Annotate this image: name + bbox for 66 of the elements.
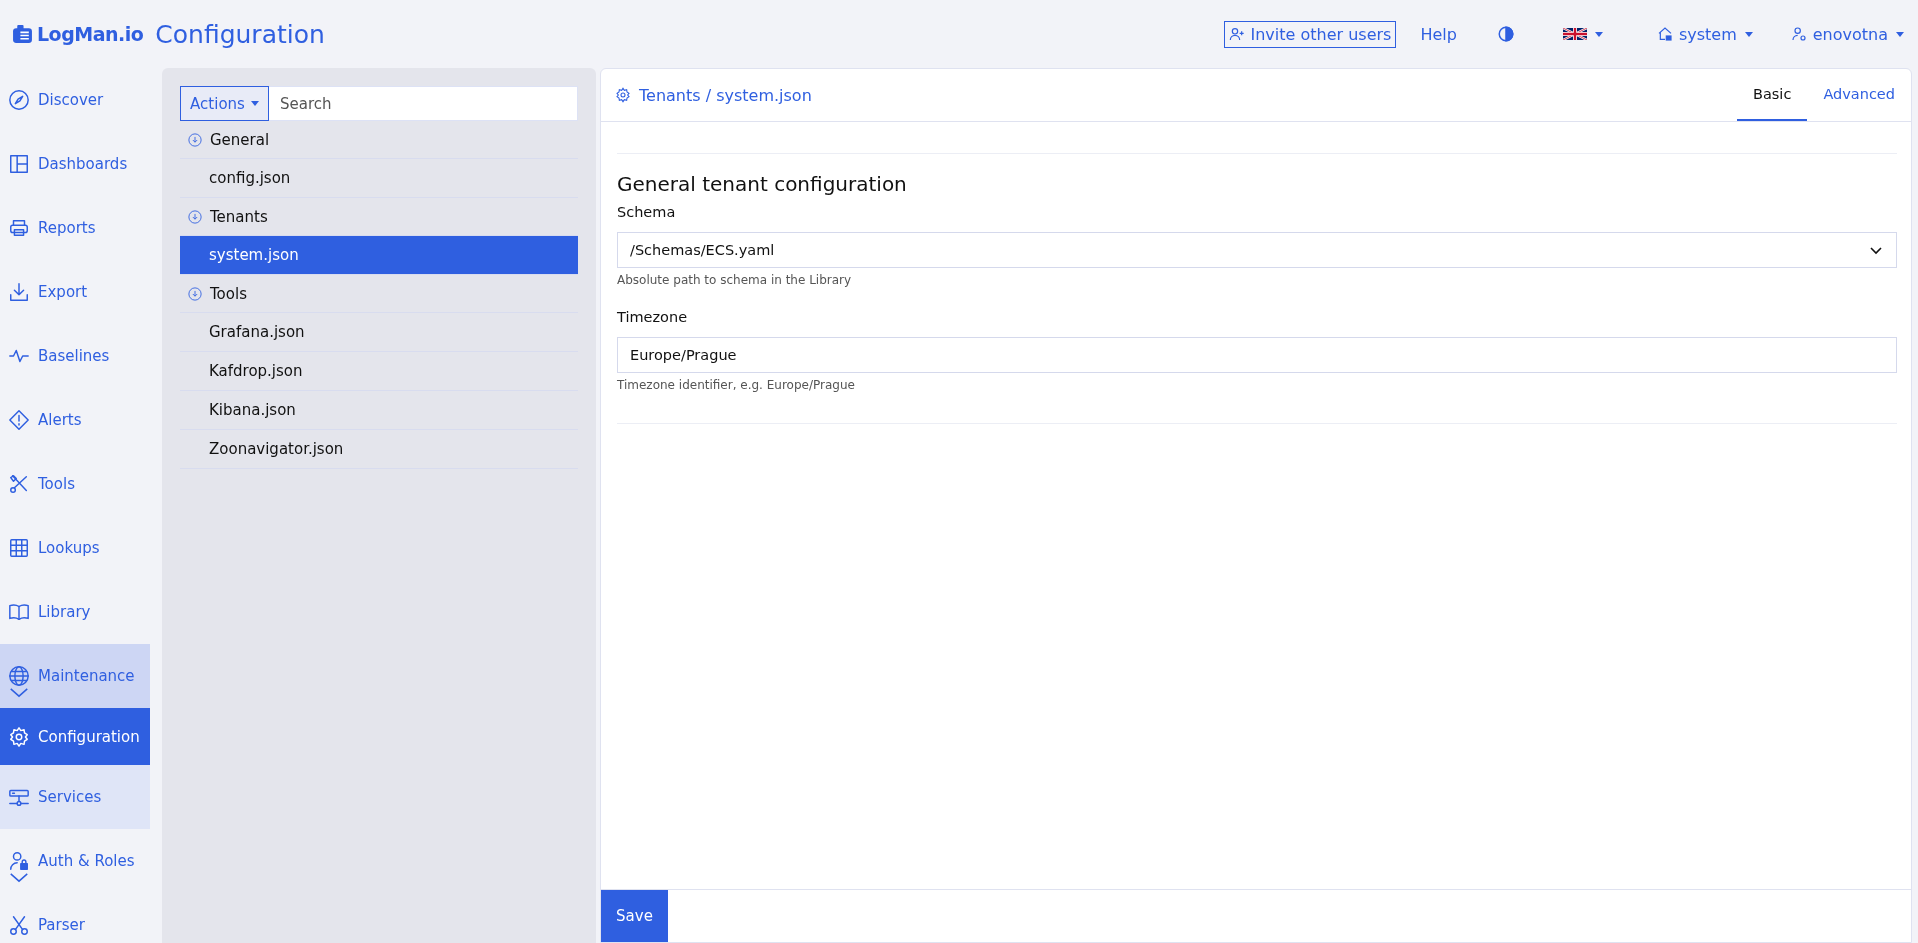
settings-icon — [615, 87, 631, 103]
contrast-icon[interactable] — [1496, 25, 1515, 43]
compass-icon — [8, 89, 30, 111]
sidebar-item[interactable]: Reports — [0, 196, 150, 260]
tab[interactable]: Basic — [1737, 69, 1808, 121]
user-settings-icon — [1790, 26, 1807, 42]
settings-icon — [8, 725, 30, 748]
section-title: General tenant configuration — [617, 172, 908, 196]
sidebar-item[interactable]: Library — [0, 580, 150, 644]
user-plus-icon — [1228, 26, 1245, 42]
input-field[interactable]: Europe/Prague — [617, 337, 1897, 373]
sidebar-item[interactable]: Alerts — [0, 388, 150, 452]
tenant-dropdown[interactable]: system — [1656, 24, 1753, 44]
field-label: Schema — [617, 204, 677, 220]
tree-file[interactable]: Kafdrop.json — [180, 352, 578, 391]
sidebar-item[interactable]: Parser — [0, 893, 150, 943]
layout-icon — [8, 153, 30, 175]
sidebar-item[interactable]: Tools — [0, 452, 150, 516]
tab[interactable]: Advanced — [1807, 69, 1911, 121]
tree-file[interactable]: system.json — [180, 236, 578, 275]
home-lock-icon — [1656, 26, 1673, 42]
sidebar-item[interactable]: Baselines — [0, 324, 150, 388]
logo-icon — [12, 23, 33, 45]
sidebar-item[interactable]: Discover — [0, 68, 150, 132]
flag-icon — [1562, 28, 1587, 40]
tree-file[interactable]: config.json — [180, 159, 578, 198]
help-text: Timezone identifier, e.g. Europe/Prague — [617, 378, 856, 392]
globe-icon — [8, 665, 30, 687]
tools-icon — [8, 473, 30, 495]
sidebar-item[interactable]: Auth & Roles — [0, 829, 150, 893]
sidebar-item[interactable]: Configuration — [0, 708, 150, 765]
table-icon — [8, 537, 30, 559]
scissors-icon — [8, 914, 30, 936]
breadcrumb: Tenants / system.json — [615, 85, 812, 105]
tree-folder[interactable]: General — [180, 121, 578, 159]
tree-file[interactable]: Kibana.json — [180, 391, 578, 430]
sidebar-item[interactable]: Dashboards — [0, 132, 150, 196]
schema-select[interactable]: /Schemas/ECS.yaml — [617, 232, 1897, 268]
field-label: Timezone — [617, 309, 689, 325]
chevron-down-icon — [8, 872, 30, 883]
arrow-down-circle-icon — [188, 209, 202, 224]
sidebar-item[interactable]: Export — [0, 260, 150, 324]
tree-folder[interactable]: Tools — [180, 275, 578, 313]
tree-file[interactable]: Zoonavigator.json — [180, 430, 578, 469]
language-dropdown[interactable] — [1562, 28, 1603, 40]
save-button[interactable]: Save — [601, 890, 668, 942]
app-name: LogMan.io — [37, 23, 144, 45]
printer-icon — [8, 217, 30, 239]
help-text: Absolute path to schema in the Library — [617, 273, 853, 287]
warning-icon — [8, 409, 30, 431]
sidebar-item[interactable]: Lookups — [0, 516, 150, 580]
download-icon — [8, 281, 30, 303]
invite-users-button[interactable]: Invite other users — [1223, 20, 1397, 48]
help-link[interactable]: Help — [1420, 24, 1457, 44]
sidebar-item[interactable]: Maintenance — [0, 644, 150, 708]
sidebar-item[interactable]: Services — [0, 765, 150, 829]
search-field[interactable]: Search — [269, 86, 578, 121]
user-lock-icon — [8, 850, 30, 872]
tree-file[interactable]: Grafana.json — [180, 313, 578, 352]
user-dropdown[interactable]: enovotna — [1790, 24, 1904, 44]
page-title: Configuration — [155, 19, 325, 49]
actions-dropdown[interactable]: Actions — [180, 86, 269, 121]
arrow-down-circle-icon — [188, 132, 202, 147]
book-icon — [8, 601, 30, 623]
arrow-down-circle-icon — [188, 286, 202, 301]
chevron-down-icon — [8, 687, 30, 698]
